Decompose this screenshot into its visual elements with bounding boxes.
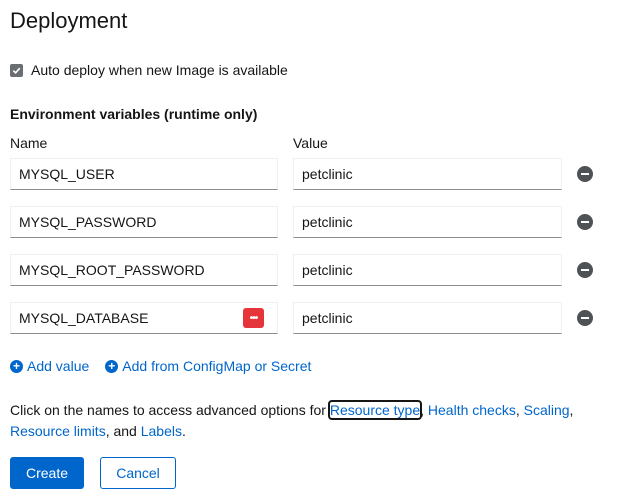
name-column-header: Name — [10, 135, 48, 151]
checkmark-icon — [12, 67, 21, 74]
scaling-link[interactable]: Scaling — [524, 402, 570, 418]
minus-circle-icon — [581, 221, 589, 223]
add-env-actions: + Add value + Add from ConfigMap or Secr… — [10, 358, 311, 374]
minus-circle-icon — [581, 269, 589, 271]
resource-limits-link[interactable]: Resource limits — [10, 423, 106, 439]
help-prefix: Click on the names to access advanced op… — [10, 402, 330, 418]
auto-deploy-label: Auto deploy when new Image is available — [31, 62, 288, 78]
plus-circle-icon: + — [10, 359, 23, 373]
help-separator: , and — [105, 423, 141, 439]
env-name-text: MYSQL_DATABASE — [19, 310, 149, 326]
add-value-button[interactable]: + Add value — [10, 358, 89, 374]
env-name-input[interactable]: MYSQL_ROOT_PASSWORD — [10, 254, 278, 286]
plus-circle-icon: + — [105, 359, 119, 373]
auto-deploy-checkbox[interactable] — [10, 63, 23, 77]
advanced-options-help: Click on the names to access advanced op… — [10, 400, 610, 442]
env-value-input[interactable]: petclinic — [293, 206, 562, 238]
password-dots-icon[interactable]: ••• — [243, 308, 264, 328]
health-checks-link[interactable]: Health checks — [428, 402, 516, 418]
resource-type-link[interactable]: Resource type — [327, 400, 423, 420]
env-value-text: petclinic — [302, 166, 353, 182]
help-separator: , — [569, 402, 574, 418]
env-value-input[interactable]: petclinic — [293, 302, 562, 334]
remove-env-button[interactable] — [577, 214, 593, 230]
remove-env-button[interactable] — [577, 262, 593, 278]
auto-deploy-row[interactable]: Auto deploy when new Image is available — [10, 62, 288, 78]
add-from-configmap-label: Add from ConfigMap or Secret — [122, 358, 312, 374]
remove-env-button[interactable] — [577, 166, 593, 182]
env-name-input[interactable]: MYSQL_DATABASE ••• — [10, 302, 278, 334]
env-section-title: Environment variables (runtime only) — [10, 106, 258, 122]
value-column-header: Value — [293, 135, 328, 151]
minus-circle-icon — [581, 173, 589, 175]
create-button[interactable]: Create — [10, 457, 84, 489]
remove-env-button[interactable] — [577, 310, 593, 326]
minus-circle-icon — [581, 317, 589, 319]
env-value-input[interactable]: petclinic — [293, 254, 562, 286]
env-value-text: petclinic — [302, 310, 353, 326]
help-suffix: . — [182, 423, 186, 439]
env-name-text: MYSQL_USER — [19, 166, 115, 182]
help-separator: , — [420, 402, 428, 418]
page-title: Deployment — [10, 8, 128, 33]
help-separator: , — [515, 402, 524, 418]
env-value-text: petclinic — [302, 262, 353, 278]
labels-link[interactable]: Labels — [141, 423, 182, 439]
add-from-configmap-button[interactable]: + Add from ConfigMap or Secret — [105, 358, 311, 374]
add-value-label: Add value — [27, 358, 90, 374]
env-name-text: MYSQL_ROOT_PASSWORD — [19, 262, 205, 278]
env-name-input[interactable]: MYSQL_USER — [10, 158, 278, 190]
deployment-form: Deployment Auto deploy when new Image is… — [0, 0, 638, 503]
cancel-button[interactable]: Cancel — [100, 457, 176, 489]
env-name-input[interactable]: MYSQL_PASSWORD — [10, 206, 278, 238]
env-value-text: petclinic — [302, 214, 353, 230]
env-value-input[interactable]: petclinic — [293, 158, 562, 190]
env-name-text: MYSQL_PASSWORD — [19, 214, 157, 230]
